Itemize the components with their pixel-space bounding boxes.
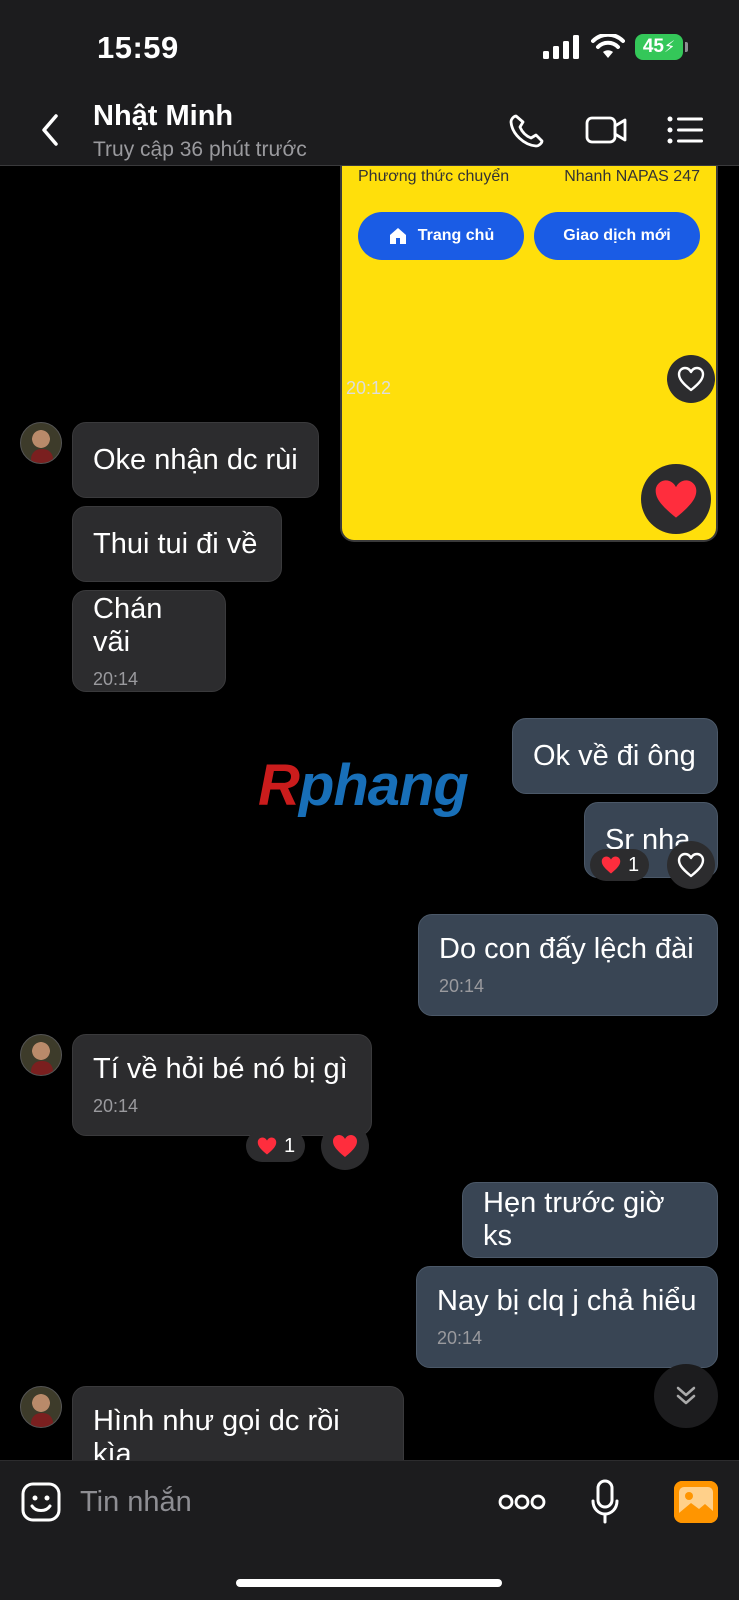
watermark-logo: Rphang [258, 753, 469, 818]
home-icon [389, 228, 406, 244]
phone-call-icon[interactable] [506, 110, 550, 150]
message-bubble-incoming[interactable]: Hình như gọi dc rồi kìa [72, 1386, 404, 1460]
status-icons: 45 ⚡ [543, 34, 688, 60]
cellular-signal-icon [543, 35, 579, 59]
more-options-icon[interactable] [498, 1489, 546, 1515]
status-time: 15:59 [97, 30, 179, 65]
chat-message-list[interactable]: Phương thức chuyển Nhanh NAPAS 247 Trang… [0, 166, 739, 1460]
reaction-count: 1 [628, 853, 640, 876]
photo-gallery-icon[interactable] [674, 1481, 718, 1523]
message-text: Do con đấy lệch đài [439, 933, 694, 965]
heart-filled-icon [333, 1135, 357, 1157]
battery-level: 45 [642, 36, 664, 57]
message-bubble-incoming[interactable]: Chán vãi 20:14 [72, 590, 226, 692]
receipt-new-transaction-button: Giao dịch mới [534, 212, 700, 260]
message-text: Thui tui đi về [93, 527, 258, 560]
message-bubble-outgoing[interactable]: Nay bị clq j chả hiểu 20:14 [416, 1266, 718, 1368]
message-composer [0, 1460, 739, 1600]
contact-avatar[interactable] [20, 1034, 62, 1076]
message-text: Tí về hỏi bé nó bị gì [93, 1053, 348, 1085]
microphone-icon[interactable] [590, 1479, 620, 1525]
reaction-summary[interactable]: 1 [246, 1130, 306, 1162]
react-heart-button[interactable] [321, 1122, 369, 1170]
message-timestamp: 20:14 [93, 1096, 139, 1116]
contact-avatar[interactable] [20, 422, 62, 464]
message-bubble-outgoing[interactable]: Hẹn trước giờ ks [462, 1182, 718, 1258]
scroll-to-bottom-button[interactable] [654, 1364, 718, 1428]
message-bubble-incoming[interactable]: Thui tui đi về [72, 506, 282, 582]
menu-list-icon[interactable] [664, 110, 708, 150]
video-call-icon[interactable] [584, 110, 628, 150]
battery-icon: 45 ⚡ [635, 34, 688, 60]
home-indicator [236, 1579, 502, 1587]
receipt-home-label: Trang chủ [417, 227, 495, 244]
receipt-method-label: Phương thức chuyển [358, 168, 510, 185]
double-chevron-down-icon [676, 1386, 696, 1405]
receipt-home-button: Trang chủ [358, 212, 524, 260]
message-text: Ok về đi ông [533, 739, 696, 772]
receipt-new-transaction-label: Giao dịch mới [563, 227, 671, 244]
charging-bolt-icon: ⚡ [663, 39, 676, 56]
message-timestamp: 20:14 [93, 668, 139, 689]
heart-filled-icon [257, 1137, 277, 1155]
reaction-summary[interactable]: 1 [590, 849, 650, 881]
heart-filled-icon [601, 856, 621, 874]
message-bubble-outgoing[interactable]: Do con đấy lệch đài 20:14 [418, 914, 718, 1016]
message-bubble-incoming[interactable]: Oke nhận dc rùi [72, 422, 319, 498]
sticker-emoji-icon[interactable] [20, 1481, 62, 1523]
status-bar: 15:59 45 ⚡ [0, 0, 739, 92]
message-text: Oke nhận dc rùi [93, 443, 298, 476]
message-timestamp: 20:14 [439, 976, 485, 996]
reaction-count: 1 [284, 1134, 296, 1157]
contact-last-seen: Truy cập 36 phút trước [93, 138, 307, 161]
contact-name[interactable]: Nhật Minh [93, 100, 233, 133]
heart-filled-icon [655, 480, 697, 518]
heart-outline-icon [677, 852, 705, 878]
receipt-method-value: Nhanh NAPAS 247 [564, 168, 700, 185]
message-text: Nay bị clq j chả hiểu [437, 1285, 697, 1317]
back-chevron-icon[interactable] [36, 112, 66, 148]
react-heart-button[interactable] [667, 355, 715, 403]
contact-avatar[interactable] [20, 1386, 62, 1428]
receipt-timestamp: 20:12 [346, 378, 392, 398]
message-input[interactable] [80, 1481, 460, 1523]
wifi-icon [591, 34, 625, 58]
message-bubble-incoming[interactable]: Tí về hỏi bé nó bị gì 20:14 [72, 1034, 372, 1136]
heart-outline-icon [677, 366, 705, 392]
message-text: Hình như gọi dc rồi kìa [93, 1405, 340, 1460]
chat-header: Nhật Minh Truy cập 36 phút trước [0, 92, 739, 166]
message-text: Chán vãi [93, 592, 163, 658]
message-timestamp: 20:14 [437, 1328, 483, 1348]
message-bubble-outgoing[interactable]: Ok về đi ông [512, 718, 718, 794]
message-text: Hẹn trước giờ ks [483, 1187, 665, 1252]
react-heart-button[interactable] [667, 841, 715, 889]
quick-heart-reaction-button[interactable] [641, 464, 711, 534]
